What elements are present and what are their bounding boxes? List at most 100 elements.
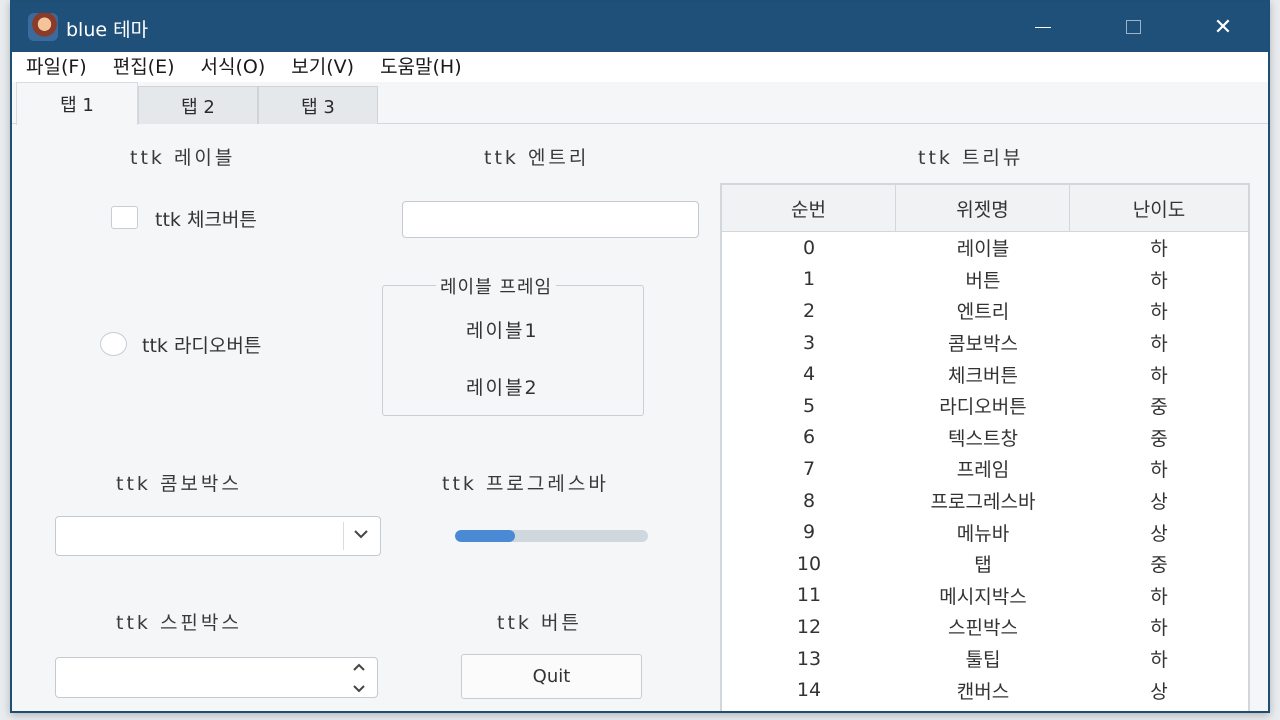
table-cell: 메뉴바 — [956, 522, 1010, 545]
progress-fill — [455, 530, 515, 542]
progressbar-section-title: ttk 프로그레스바 — [442, 473, 609, 495]
table-cell: 프로그레스바 — [930, 491, 1036, 514]
table-cell: 콤보박스 — [948, 333, 1018, 356]
ttk-entry[interactable] — [402, 201, 699, 238]
table-cell: 0 — [802, 236, 816, 259]
table-cell: 하 — [1150, 617, 1168, 640]
table-row[interactable]: 6 텍스트창 중 — [722, 422, 1248, 454]
table-cell: 하 — [1150, 238, 1168, 261]
table-row[interactable]: 14 캔버스 상 — [722, 674, 1248, 706]
menu-format[interactable]: 서식(O) — [188, 52, 279, 82]
table-cell: 하 — [1150, 459, 1168, 482]
close-button[interactable]: ✕ — [1178, 2, 1268, 52]
table-cell: 하 — [1150, 333, 1168, 356]
table-row[interactable]: 1 버튼 하 — [722, 264, 1248, 296]
label-frame-label-1: 레이블1 — [466, 320, 539, 342]
quit-button[interactable]: Quit — [461, 654, 642, 699]
table-cell: 툴팁 — [965, 649, 1001, 672]
table-cell: 버튼 — [965, 269, 1001, 292]
chevron-down-icon[interactable] — [352, 684, 366, 693]
entry-section-title: ttk 엔트리 — [484, 147, 590, 169]
table-cell: 하 — [1150, 585, 1168, 608]
table-cell: 10 — [796, 552, 822, 575]
chevron-up-icon[interactable] — [352, 663, 366, 672]
table-cell: 라디오버튼 — [939, 396, 1027, 419]
table-row[interactable]: 9 메뉴바 상 — [722, 516, 1248, 548]
ttk-spinbox[interactable] — [55, 657, 378, 698]
table-row[interactable]: 11 메시지박스 하 — [722, 580, 1248, 612]
table-row[interactable]: 13 툴팁 하 — [722, 643, 1248, 675]
menu-bar: 파일(F) 편집(E) 서식(O) 보기(V) 도움말(H) — [12, 52, 1268, 82]
table-cell: 중 — [1150, 427, 1168, 450]
tab-3[interactable]: 탭 3 — [258, 86, 378, 124]
table-row[interactable]: 4 체크버튼 하 — [722, 358, 1248, 390]
maximize-button[interactable] — [1088, 2, 1178, 52]
table-cell: 12 — [796, 615, 822, 638]
table-row[interactable]: 8 프로그레스바 상 — [722, 485, 1248, 517]
table-row[interactable]: 3 콤보박스 하 — [722, 327, 1248, 359]
tab-1[interactable]: 탭 1 — [16, 82, 138, 125]
maximize-icon — [1125, 20, 1141, 34]
table-cell: 11 — [796, 584, 822, 607]
table-row[interactable]: 0 레이블 하 — [722, 232, 1248, 264]
minimize-icon — [1035, 26, 1051, 28]
checkbutton-label[interactable]: ttk 체크버튼 — [155, 205, 257, 232]
ttk-combobox[interactable] — [55, 516, 381, 556]
table-row[interactable]: 2 엔트리 하 — [722, 295, 1248, 327]
table-row[interactable]: 5 라디오버튼 중 — [722, 390, 1248, 422]
combobox-separator — [343, 522, 344, 550]
spinbox-section-title: ttk 스핀박스 — [116, 612, 242, 634]
table-cell: 텍스트창 — [948, 427, 1018, 450]
table-cell: 상 — [1150, 522, 1168, 545]
table-cell: 프레임 — [956, 459, 1010, 482]
table-cell: 3 — [802, 331, 816, 354]
table-cell: 2 — [802, 299, 816, 322]
radiobutton-label[interactable]: ttk 라디오버튼 — [142, 331, 261, 358]
table-cell: 하 — [1150, 301, 1168, 324]
chevron-down-icon[interactable] — [352, 525, 370, 543]
table-cell: 6 — [802, 426, 816, 449]
table-cell: 9 — [802, 521, 816, 544]
table-cell: 하 — [1150, 269, 1168, 292]
tab-bar: 탭 1 탭 2 탭 3 — [12, 82, 1268, 125]
menu-view[interactable]: 보기(V) — [278, 52, 367, 82]
ttk-radiobutton-circle[interactable] — [100, 332, 127, 356]
table-row[interactable]: 10 탭 중 — [722, 548, 1248, 580]
table-row[interactable]: 12 스핀박스 하 — [722, 611, 1248, 643]
treeview-header: 순번 위젯명 난이도 — [722, 185, 1248, 232]
column-header-difficulty[interactable]: 난이도 — [1070, 185, 1248, 231]
table-row[interactable]: 7 프레임 하 — [722, 453, 1248, 485]
title-bar[interactable]: blue 테마 ✕ — [12, 2, 1268, 52]
table-cell: 14 — [796, 679, 822, 702]
table-cell: 8 — [802, 489, 816, 512]
treeview-section-title: ttk 트리뷰 — [918, 147, 1024, 169]
table-cell: 1 — [802, 268, 816, 291]
table-cell: 상 — [1150, 680, 1168, 703]
menu-help[interactable]: 도움말(H) — [367, 52, 475, 82]
minimize-button[interactable] — [998, 2, 1088, 52]
label-section-title: ttk 레이블 — [130, 147, 236, 169]
combobox-section-title: ttk 콤보박스 — [116, 473, 242, 495]
table-cell: 캔버스 — [956, 680, 1010, 703]
column-header-index[interactable]: 순번 — [722, 185, 896, 231]
table-cell: 레이블 — [956, 238, 1010, 261]
ttk-treeview[interactable]: 순번 위젯명 난이도 0 레이블 하 1 버튼 하 2 엔트리 하 3 콤보박스 하 4 체크버튼 하 5 라디… — [720, 183, 1250, 711]
table-cell: 하 — [1150, 649, 1168, 672]
table-cell: 4 — [802, 363, 816, 386]
menu-file[interactable]: 파일(F) — [12, 52, 100, 82]
spinbox-arrows[interactable] — [350, 663, 368, 693]
column-header-widget[interactable]: 위젯명 — [896, 185, 1070, 231]
menu-edit[interactable]: 편집(E) — [100, 52, 188, 82]
table-cell: 7 — [802, 457, 816, 480]
ttk-progressbar — [455, 530, 648, 542]
window-title: blue 테마 — [66, 19, 149, 41]
ttk-checkbutton-box[interactable] — [111, 206, 138, 229]
label-frame-label-2: 레이블2 — [466, 377, 539, 399]
table-cell: 하 — [1150, 364, 1168, 387]
tab-2[interactable]: 탭 2 — [138, 86, 258, 124]
table-cell: 메시지박스 — [939, 585, 1027, 608]
treeview-body: 0 레이블 하 1 버튼 하 2 엔트리 하 3 콤보박스 하 4 체크버튼 하 5 라디오버튼 중 6 텍스트창 중 7… — [722, 232, 1248, 706]
table-cell: 중 — [1150, 554, 1168, 577]
app-icon — [28, 13, 58, 41]
button-section-title: ttk 버튼 — [497, 612, 582, 634]
